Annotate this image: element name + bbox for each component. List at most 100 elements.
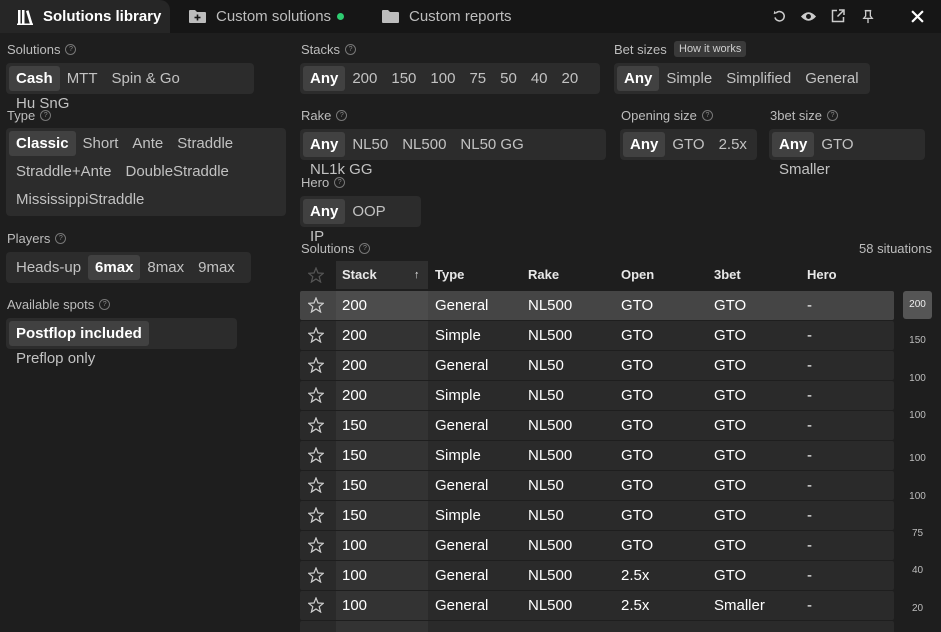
star-icon[interactable] xyxy=(308,327,324,343)
stacks-option-20[interactable]: 20 xyxy=(555,66,586,91)
help-icon[interactable]: ? xyxy=(827,110,839,121)
table-row[interactable]: 150 General NL500 GTO GTO - xyxy=(300,411,894,440)
help-icon[interactable]: ? xyxy=(40,110,52,121)
players-option-6max[interactable]: 6max xyxy=(88,255,141,280)
help-icon[interactable]: ? xyxy=(701,110,713,121)
tab-custom-reports[interactable]: Custom reports xyxy=(381,0,512,33)
players-option-9max[interactable]: 9max xyxy=(191,255,242,280)
star-icon[interactable] xyxy=(308,597,324,613)
players-option-heads-up[interactable]: Heads-up xyxy=(9,255,88,280)
table-row[interactable]: 200 General NL50 GTO GTO - xyxy=(300,351,894,380)
hero-option-any[interactable]: Any xyxy=(303,199,346,224)
threebet-size-option-smaller[interactable]: Smaller xyxy=(772,157,837,182)
external-link-icon[interactable] xyxy=(828,6,848,26)
tab-solutions-library[interactable]: Solutions library xyxy=(0,0,170,33)
stacks-option-100[interactable]: 100 xyxy=(423,66,462,91)
type-option-ante[interactable]: Ante xyxy=(125,131,170,156)
column-header-hero[interactable]: Hero xyxy=(807,261,837,289)
help-icon[interactable]: ? xyxy=(55,233,67,244)
type-option-straddle[interactable]: Straddle xyxy=(170,131,240,156)
stacks-option-200[interactable]: 200 xyxy=(345,66,384,91)
help-icon[interactable]: ? xyxy=(99,299,111,310)
scroll-marker[interactable]: 75 xyxy=(903,528,932,539)
column-header-3bet[interactable]: 3bet xyxy=(714,261,741,289)
scroll-marker[interactable]: 100 xyxy=(903,491,932,502)
scroll-marker[interactable]: 200 xyxy=(903,291,932,319)
table-row-partial[interactable] xyxy=(300,621,894,632)
help-icon[interactable]: ? xyxy=(334,177,346,188)
spots-option-postflop[interactable]: Postflop included xyxy=(9,321,149,346)
table-row[interactable]: 200 Simple NL50 GTO GTO - xyxy=(300,381,894,410)
column-header-open[interactable]: Open xyxy=(621,261,654,289)
star-icon[interactable] xyxy=(308,507,324,523)
stack-scroll-navigator[interactable]: 200 150 100 100 100 100 75 40 20 xyxy=(903,291,932,632)
star-icon[interactable] xyxy=(308,297,324,313)
pin-icon[interactable] xyxy=(858,6,878,26)
star-icon[interactable] xyxy=(308,567,324,583)
star-icon[interactable] xyxy=(308,357,324,373)
type-option-double-straddle[interactable]: DoubleStraddle xyxy=(119,159,236,184)
type-option-straddle-ante[interactable]: Straddle+Ante xyxy=(9,159,119,184)
type-option-short[interactable]: Short xyxy=(76,131,126,156)
stacks-option-75[interactable]: 75 xyxy=(462,66,493,91)
scroll-marker[interactable]: 150 xyxy=(903,335,932,346)
scroll-marker[interactable]: 20 xyxy=(903,603,932,614)
stacks-option-50[interactable]: 50 xyxy=(493,66,524,91)
help-icon[interactable]: ? xyxy=(345,44,357,55)
solutions-option-spin-go[interactable]: Spin & Go xyxy=(105,66,187,91)
table-row[interactable]: 200 General NL500 GTO GTO - xyxy=(300,291,894,320)
tab-custom-solutions[interactable]: Custom solutions xyxy=(188,0,345,33)
threebet-size-option-any[interactable]: Any xyxy=(772,132,815,157)
rake-option-nl50-gg[interactable]: NL50 GG xyxy=(453,132,530,157)
stacks-option-150[interactable]: 150 xyxy=(384,66,423,91)
stacks-option-any[interactable]: Any xyxy=(303,66,346,91)
bet-sizes-option-simplified[interactable]: Simplified xyxy=(719,66,798,91)
solutions-option-cash[interactable]: Cash xyxy=(9,66,60,91)
help-icon[interactable]: ? xyxy=(65,44,77,55)
column-header-stack[interactable]: Stack xyxy=(342,261,377,289)
threebet-size-option-gto[interactable]: GTO xyxy=(814,132,860,157)
column-header-rake[interactable]: Rake xyxy=(528,261,559,289)
stacks-option-40[interactable]: 40 xyxy=(524,66,555,91)
how-it-works-badge[interactable]: How it works xyxy=(674,41,747,57)
opening-size-option-2-5x[interactable]: 2.5x xyxy=(712,132,754,157)
table-row[interactable]: 150 General NL50 GTO GTO - xyxy=(300,471,894,500)
star-header-icon[interactable] xyxy=(308,267,324,283)
scroll-marker[interactable]: 40 xyxy=(903,565,932,576)
bet-sizes-option-general[interactable]: General xyxy=(798,66,865,91)
opening-size-option-gto[interactable]: GTO xyxy=(665,132,711,157)
bet-sizes-option-simple[interactable]: Simple xyxy=(659,66,719,91)
rake-option-nl500[interactable]: NL500 xyxy=(395,132,453,157)
scroll-marker[interactable]: 100 xyxy=(903,410,932,421)
star-icon[interactable] xyxy=(308,417,324,433)
table-row[interactable]: 100 General NL500 2.5x Smaller - xyxy=(300,591,894,620)
rake-option-nl50[interactable]: NL50 xyxy=(345,132,395,157)
rake-option-any[interactable]: Any xyxy=(303,132,346,157)
scroll-marker[interactable]: 100 xyxy=(903,373,932,384)
close-icon[interactable] xyxy=(907,6,927,26)
type-option-mississippi-straddle[interactable]: MississippiStraddle xyxy=(9,187,151,212)
table-row[interactable]: 100 General NL500 2.5x GTO - xyxy=(300,561,894,590)
scroll-marker[interactable]: 100 xyxy=(903,453,932,464)
spots-option-preflop[interactable]: Preflop only xyxy=(9,346,102,371)
sort-asc-icon[interactable]: ↑ xyxy=(414,261,420,289)
help-icon[interactable]: ? xyxy=(359,243,371,254)
bet-sizes-option-any[interactable]: Any xyxy=(617,66,660,91)
players-option-8max[interactable]: 8max xyxy=(140,255,191,280)
table-row[interactable]: 150 Simple NL50 GTO GTO - xyxy=(300,501,894,530)
star-icon[interactable] xyxy=(308,447,324,463)
solutions-option-mtt[interactable]: MTT xyxy=(60,66,105,91)
star-icon[interactable] xyxy=(308,537,324,553)
table-row[interactable]: 150 Simple NL500 GTO GTO - xyxy=(300,441,894,470)
table-row[interactable]: 200 Simple NL500 GTO GTO - xyxy=(300,321,894,350)
refresh-icon[interactable] xyxy=(769,6,789,26)
star-icon[interactable] xyxy=(308,477,324,493)
star-icon[interactable] xyxy=(308,387,324,403)
hero-option-oop[interactable]: OOP xyxy=(345,199,392,224)
help-icon[interactable]: ? xyxy=(336,110,348,121)
column-header-type[interactable]: Type xyxy=(435,261,464,289)
eye-icon[interactable] xyxy=(798,6,818,26)
table-row[interactable]: 100 General NL500 GTO GTO - xyxy=(300,531,894,560)
type-option-classic[interactable]: Classic xyxy=(9,131,76,156)
opening-size-option-any[interactable]: Any xyxy=(623,132,666,157)
